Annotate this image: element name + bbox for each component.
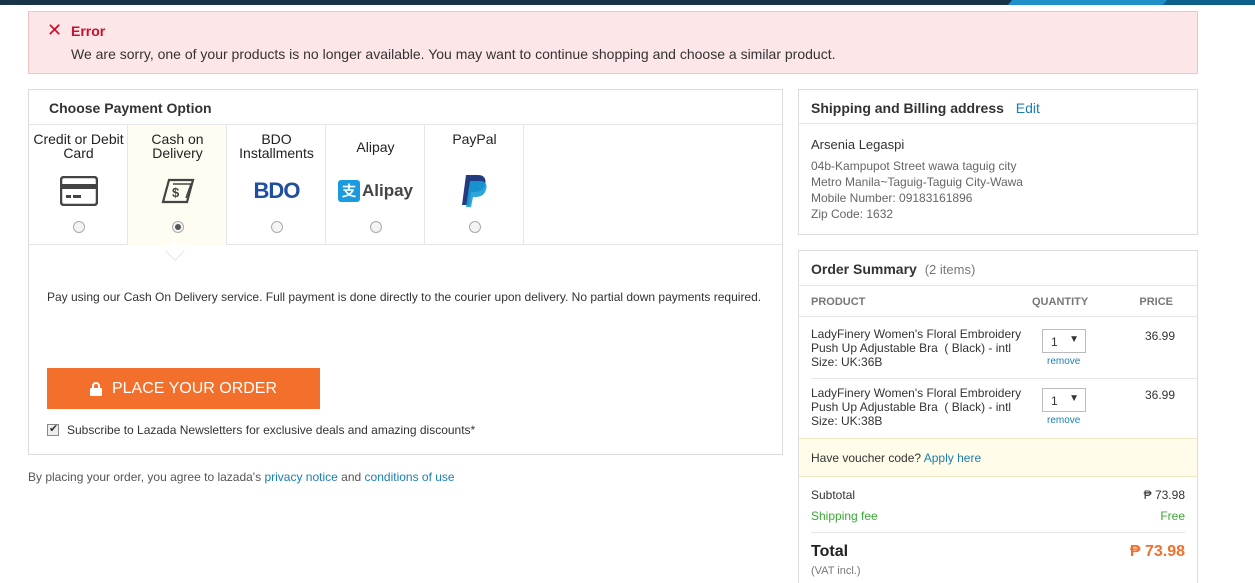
top-bar-accent-stripe-2 xyxy=(1162,0,1255,5)
cash-icon: $ xyxy=(128,173,227,209)
payment-radio-selected[interactable] xyxy=(172,221,184,233)
privacy-notice-link[interactable]: privacy notice xyxy=(264,470,337,484)
place-order-label: PLACE YOUR ORDER xyxy=(111,379,278,397)
payment-radio[interactable] xyxy=(370,221,382,233)
payment-radio[interactable] xyxy=(73,221,85,233)
subtotal-value: ₱ 73.98 xyxy=(1143,488,1185,502)
payment-option-card[interactable]: Credit or Debit Card xyxy=(29,125,128,245)
voucher-text: Have voucher code? xyxy=(811,451,922,465)
shipping-panel: Shipping and Billing address Edit Arseni… xyxy=(798,89,1198,235)
quantity-select[interactable]: 1 ▼ xyxy=(1042,388,1086,412)
payment-option-cod[interactable]: Cash on Delivery $ xyxy=(128,125,227,245)
subscribe-checkbox[interactable] xyxy=(47,422,59,436)
order-item: LadyFinery Women's Floral Embroidery Pus… xyxy=(799,378,1197,437)
order-summary-panel: Order Summary (2 items) PRODUCT QUANTITY… xyxy=(798,250,1198,583)
place-order-button[interactable]: PLACE YOUR ORDER xyxy=(47,368,320,409)
credit-card-icon xyxy=(29,173,128,209)
error-title: Error xyxy=(71,23,106,39)
payment-radio[interactable] xyxy=(469,221,481,233)
bdo-logo-text: BDO xyxy=(253,178,301,203)
total-label: Total xyxy=(811,543,849,560)
shipping-fee-value: Free xyxy=(1160,509,1185,523)
quantity-value: 1 xyxy=(1051,335,1058,349)
item-size: Size: UK:38B xyxy=(811,414,883,428)
order-summary-header: Order Summary (2 items) xyxy=(799,251,1197,286)
total-value: ₱ 73.98 xyxy=(1129,543,1185,560)
column-product: PRODUCT xyxy=(811,296,866,308)
payment-options: Credit or Debit Card Cash on Delivery $ … xyxy=(29,124,782,245)
chevron-down-icon: ▼ xyxy=(1069,334,1079,345)
zip-code: Zip Code: 1632 xyxy=(811,207,894,221)
payment-option-bdo[interactable]: BDO Installments BDO xyxy=(227,125,326,245)
quantity-value: 1 xyxy=(1051,394,1058,408)
legal-prefix: By placing your order, you agree to laza… xyxy=(28,470,262,484)
legal-notice: By placing your order, you agree to laza… xyxy=(28,470,455,484)
address-region: Metro Manila~Taguig-Taguig City-Wawa xyxy=(811,175,1023,189)
quantity-select[interactable]: 1 ▼ xyxy=(1042,329,1086,353)
close-icon[interactable]: ✕ xyxy=(47,21,62,39)
error-message: We are sorry, one of your products is no… xyxy=(71,46,836,62)
address-street: 04b-Kampupot Street wawa taguig city xyxy=(811,159,1017,173)
top-bar-accent-stripe xyxy=(1007,0,1173,5)
alipay-logo-text: Alipay xyxy=(361,181,414,200)
mobile-number: Mobile Number: 09183161896 xyxy=(811,191,973,205)
item-count: (2 items) xyxy=(924,262,976,277)
item-price: 36.99 xyxy=(1144,329,1175,343)
remove-item-link[interactable]: remove xyxy=(1047,356,1080,367)
alipay-logo-mark: 支 xyxy=(337,180,360,202)
svg-text:$: $ xyxy=(172,185,180,200)
cod-description: Pay using our Cash On Delivery service. … xyxy=(47,290,762,304)
legal-and: and xyxy=(341,470,362,484)
payment-option-alipay[interactable]: Alipay 支 Alipay xyxy=(326,125,425,245)
remove-item-link[interactable]: remove xyxy=(1047,415,1080,426)
payment-option-paypal[interactable]: PayPal xyxy=(425,125,524,245)
payment-option-label: BDO Installments xyxy=(239,131,314,161)
subscribe-label: Subscribe to Lazada Newsletters for excl… xyxy=(67,423,476,437)
shipping-fee-label: Shipping fee xyxy=(811,509,878,523)
item-size: Size: UK:36B xyxy=(811,355,883,369)
item-name: LadyFinery Women's Floral Embroidery Pus… xyxy=(811,327,1022,355)
payment-panel: Choose Payment Option Credit or Debit Ca… xyxy=(28,89,783,455)
payment-option-label: PayPal xyxy=(452,131,497,147)
payment-option-label: Cash on Delivery xyxy=(151,131,204,161)
payment-radio[interactable] xyxy=(271,221,283,233)
shipping-title: Shipping and Billing address xyxy=(811,100,1004,116)
payment-title: Choose Payment Option xyxy=(49,100,212,116)
alipay-logo: 支 Alipay xyxy=(326,173,425,209)
order-summary-title: Order Summary xyxy=(811,261,917,277)
summary-column-headers: PRODUCT QUANTITY PRICE xyxy=(799,287,1197,317)
subscribe-row: Subscribe to Lazada Newsletters for excl… xyxy=(47,422,476,437)
recipient-name: Arsenia Legaspi xyxy=(811,137,905,152)
paypal-logo xyxy=(425,173,524,209)
bdo-logo: BDO xyxy=(227,173,326,209)
top-bar xyxy=(0,0,1255,5)
lock-icon xyxy=(89,381,102,396)
column-price: PRICE xyxy=(1139,296,1173,308)
payment-option-label: Alipay xyxy=(356,139,395,155)
conditions-of-use-link[interactable]: conditions of use xyxy=(365,470,455,484)
apply-voucher-link[interactable]: Apply here xyxy=(924,451,981,465)
subtotal-label: Subtotal xyxy=(811,488,856,502)
item-price: 36.99 xyxy=(1144,388,1175,402)
edit-address-link[interactable]: Edit xyxy=(1016,100,1040,116)
column-quantity: QUANTITY xyxy=(1032,296,1089,308)
error-alert: ✕ Error We are sorry, one of your produc… xyxy=(28,11,1198,74)
chevron-down-icon: ▼ xyxy=(1069,393,1079,404)
order-item: LadyFinery Women's Floral Embroidery Pus… xyxy=(799,319,1197,378)
vat-note: (VAT incl.) xyxy=(811,565,861,577)
shipping-header: Shipping and Billing address Edit xyxy=(799,90,1197,124)
payment-option-label: Credit or Debit Card xyxy=(33,131,124,161)
voucher-row: Have voucher code? Apply here xyxy=(799,438,1197,477)
item-name: LadyFinery Women's Floral Embroidery Pus… xyxy=(811,386,1022,414)
